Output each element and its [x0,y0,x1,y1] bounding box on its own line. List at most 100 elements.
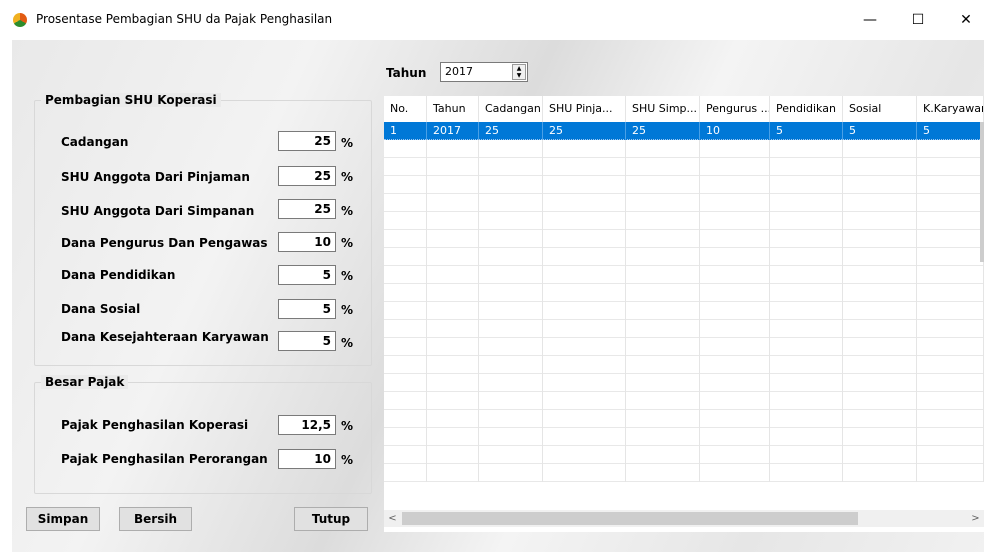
empty-cell [770,464,843,482]
empty-table-row[interactable] [384,158,984,176]
empty-table-row[interactable] [384,140,984,158]
title-bar[interactable]: Prosentase Pembagian SHU da Pajak Pengha… [0,0,984,40]
empty-cell [917,428,984,446]
spin-up-icon[interactable]: ▲ [513,65,525,72]
empty-cell [770,428,843,446]
empty-table-row[interactable] [384,464,984,482]
dana-pengurus-percent: % [341,236,354,250]
save-button[interactable]: Simpan [26,507,100,531]
maximize-button[interactable]: ☐ [894,0,942,40]
table-row[interactable]: 1 2017 25 25 25 10 5 5 5 [384,122,984,140]
empty-cell [700,266,770,284]
shu-data-grid[interactable]: No. Tahun Cadangan SHU Pinja... SHU Simp… [384,96,984,532]
minimize-button[interactable]: — [846,0,894,40]
empty-table-row[interactable] [384,230,984,248]
empty-table-row[interactable] [384,374,984,392]
empty-table-row[interactable] [384,248,984,266]
empty-table-row[interactable] [384,194,984,212]
spin-down-icon[interactable]: ▼ [513,72,525,79]
scroll-right-icon[interactable]: > [967,510,984,527]
col-header-shu-simpanan[interactable]: SHU Simp... [626,96,700,122]
col-header-cadangan[interactable]: Cadangan [479,96,543,122]
empty-cell [543,212,626,230]
empty-cell [917,284,984,302]
close-window-button[interactable]: ✕ [942,0,984,40]
empty-table-row[interactable] [384,392,984,410]
scrollbar-thumb[interactable] [402,512,858,525]
shu-group-title: Pembagian SHU Koperasi [41,93,221,107]
dana-sosial-input[interactable]: 5 [278,299,336,319]
empty-table-row[interactable] [384,338,984,356]
empty-cell [626,230,700,248]
empty-cell [427,158,479,176]
empty-table-row[interactable] [384,446,984,464]
empty-cell [384,464,427,482]
col-header-k-karyawan[interactable]: K.Karyawan [917,96,984,122]
empty-cell [384,140,427,158]
empty-cell [427,140,479,158]
empty-cell [543,338,626,356]
empty-table-row[interactable] [384,428,984,446]
empty-table-row[interactable] [384,410,984,428]
empty-table-row[interactable] [384,320,984,338]
dana-pengurus-input[interactable]: 10 [278,232,336,252]
col-header-sosial[interactable]: Sosial [843,96,917,122]
empty-cell [770,176,843,194]
col-header-no[interactable]: No. [384,96,427,122]
close-button[interactable]: Tutup [294,507,368,531]
clear-button[interactable]: Bersih [119,507,192,531]
empty-cell [384,356,427,374]
empty-cell [384,194,427,212]
pajak-perorangan-input[interactable]: 10 [278,449,336,469]
empty-cell [427,284,479,302]
shu-pinjaman-input[interactable]: 25 [278,166,336,186]
empty-cell [700,320,770,338]
empty-cell [626,212,700,230]
col-header-pendidikan[interactable]: Pendidikan [770,96,843,122]
empty-table-row[interactable] [384,266,984,284]
empty-cell [917,158,984,176]
empty-cell [479,266,543,284]
empty-table-row[interactable] [384,212,984,230]
year-spin-buttons[interactable]: ▲ ▼ [512,64,526,80]
empty-cell [770,284,843,302]
empty-table-row[interactable] [384,356,984,374]
empty-cell [770,446,843,464]
empty-cell [626,158,700,176]
empty-table-row[interactable] [384,302,984,320]
vertical-scrollbar-edge[interactable] [980,122,984,262]
empty-cell [917,374,984,392]
horizontal-scrollbar[interactable]: < > [384,510,984,527]
shu-simpanan-label: SHU Anggota Dari Simpanan [61,204,255,218]
empty-cell [700,230,770,248]
dana-sosial-percent: % [341,303,354,317]
empty-cell [384,212,427,230]
year-spinner[interactable]: 2017 ▲ ▼ [440,62,528,82]
empty-cell [543,464,626,482]
empty-table-row[interactable] [384,284,984,302]
empty-cell [479,194,543,212]
empty-cell [384,302,427,320]
shu-simpanan-input[interactable]: 25 [278,199,336,219]
dana-kesejahteraan-input[interactable]: 5 [278,331,336,351]
empty-cell [543,374,626,392]
empty-cell [427,194,479,212]
col-header-pengurus[interactable]: Pengurus ... [700,96,770,122]
empty-cell [479,158,543,176]
scroll-left-icon[interactable]: < [384,510,401,527]
empty-cell [543,446,626,464]
empty-cell [543,248,626,266]
empty-cell [427,392,479,410]
empty-cell [700,338,770,356]
empty-table-row[interactable] [384,176,984,194]
empty-cell [479,212,543,230]
empty-cell [427,302,479,320]
dana-pendidikan-input[interactable]: 5 [278,265,336,285]
empty-cell [427,320,479,338]
empty-cell [479,284,543,302]
pajak-koperasi-input[interactable]: 12,5 [278,415,336,435]
empty-cell [626,302,700,320]
col-header-tahun[interactable]: Tahun [427,96,479,122]
col-header-shu-pinjaman[interactable]: SHU Pinja... [543,96,626,122]
cadangan-input[interactable]: 25 [278,131,336,151]
